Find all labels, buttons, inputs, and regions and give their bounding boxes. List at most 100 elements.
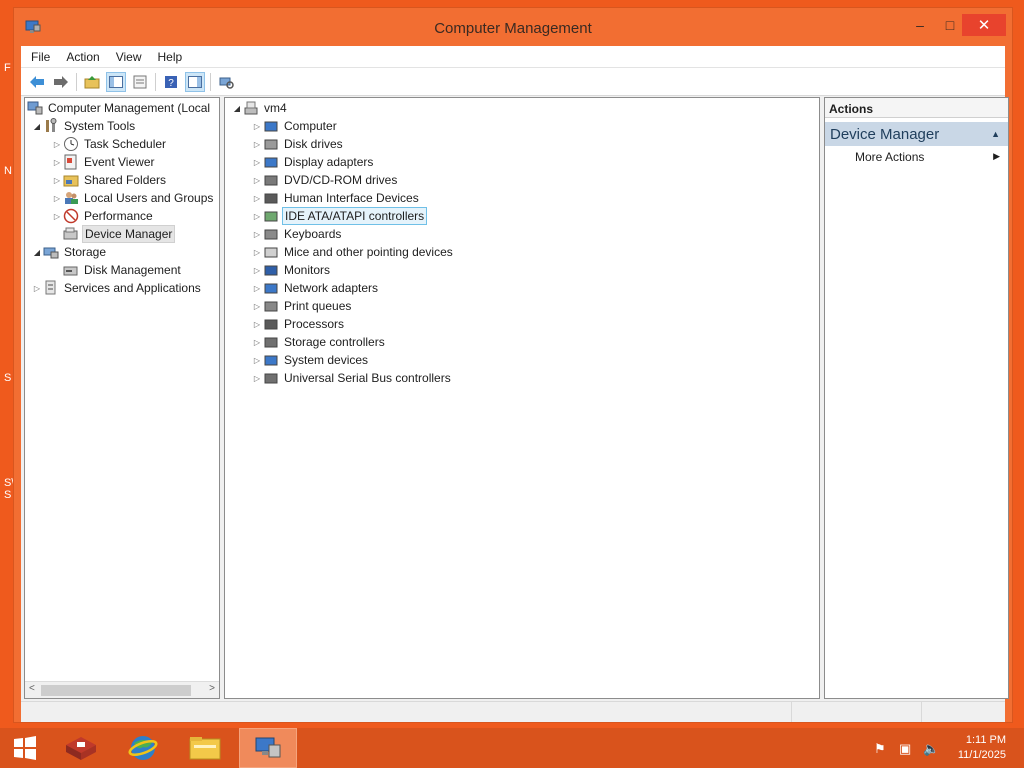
scrollbar-thumb[interactable] (41, 685, 191, 696)
tree-item-local-users-groups[interactable]: ▷ Local Users and Groups (51, 189, 215, 207)
collapsed-arrow-icon[interactable]: ▷ (51, 158, 63, 167)
scan-hardware-button[interactable] (216, 72, 236, 92)
collapse-triangle-icon[interactable]: ▲ (991, 129, 1000, 139)
more-actions-item[interactable]: More Actions (855, 150, 924, 164)
taskbar-file-explorer[interactable] (176, 728, 234, 768)
submenu-arrow-icon[interactable]: ▶ (993, 151, 1000, 162)
menu-help[interactable]: Help (158, 50, 183, 64)
back-button[interactable] (27, 72, 47, 92)
collapsed-arrow-icon[interactable]: ▷ (251, 356, 263, 365)
close-button[interactable]: ✕ (962, 14, 1006, 36)
menu-view[interactable]: View (116, 50, 142, 64)
network-icon[interactable]: ▣ (899, 741, 911, 757)
menu-action[interactable]: Action (66, 50, 99, 64)
device-category-label: IDE ATA/ATAPI controllers (282, 207, 428, 225)
device-category-disk-drives[interactable]: ▷ Disk drives (251, 135, 345, 153)
volume-muted-icon[interactable]: 🔈 (923, 741, 939, 757)
windows-logo-icon (14, 736, 36, 760)
collapsed-arrow-icon[interactable]: ▷ (251, 320, 263, 329)
taskbar-app-1[interactable] (52, 728, 110, 768)
device-tree-root[interactable]: ◢ vm4 (231, 99, 289, 117)
collapsed-arrow-icon[interactable]: ▷ (251, 176, 263, 185)
taskbar-computer-management[interactable] (239, 728, 297, 768)
up-level-button[interactable] (82, 72, 102, 92)
desktop-icon-fragment: S (4, 372, 12, 384)
system-clock[interactable]: 1:11 PM 11/1/2025 (958, 733, 1006, 763)
folder-icon (189, 737, 221, 760)
collapsed-arrow-icon[interactable]: ▷ (31, 284, 43, 293)
action-center-flag-icon[interactable]: ⚑ (874, 741, 886, 757)
action-pane-button[interactable] (185, 71, 205, 92)
collapsed-arrow-icon[interactable]: ▷ (51, 194, 63, 203)
device-category-display-adapters[interactable]: ▷ Display adapters (251, 153, 375, 171)
expanded-arrow-icon[interactable]: ◢ (31, 122, 43, 131)
collapsed-arrow-icon[interactable]: ▷ (251, 248, 263, 257)
performance-icon (63, 208, 79, 224)
collapsed-arrow-icon[interactable]: ▷ (251, 140, 263, 149)
device-category-dvd-cd-rom-drives[interactable]: ▷ DVD/CD-ROM drives (251, 171, 399, 189)
horizontal-scrollbar[interactable]: < > (25, 681, 219, 698)
collapsed-arrow-icon[interactable]: ▷ (251, 194, 263, 203)
collapsed-arrow-icon[interactable]: ▷ (51, 140, 63, 149)
properties-button[interactable] (130, 72, 150, 92)
forward-button[interactable] (51, 72, 71, 92)
device-category-label: Computer (284, 119, 337, 133)
taskbar-browser[interactable] (114, 728, 172, 768)
device-category-universal-serial-bus-controllers[interactable]: ▷ Universal Serial Bus controllers (251, 369, 453, 387)
tree-item-storage[interactable]: ◢ Storage (31, 243, 108, 261)
tree-item-services-applications[interactable]: ▷ Services and Applications (31, 279, 203, 297)
device-category-storage-controllers[interactable]: ▷ Storage controllers (251, 333, 387, 351)
toolbar-separator (210, 72, 211, 91)
tree-item-device-manager[interactable]: Device Manager (63, 225, 176, 243)
maximize-button[interactable]: □ (936, 14, 964, 36)
collapsed-arrow-icon[interactable]: ▷ (251, 122, 263, 131)
device-category-human-interface-devices[interactable]: ▷ Human Interface Devices (251, 189, 421, 207)
usb-icon (264, 373, 278, 384)
menu-bar: File Action View Help (21, 46, 1005, 68)
device-category-keyboards[interactable]: ▷ Keyboards (251, 225, 343, 243)
collapsed-arrow-icon[interactable]: ▷ (251, 158, 263, 167)
expanded-arrow-icon[interactable]: ◢ (231, 104, 243, 113)
collapsed-arrow-icon[interactable]: ▷ (51, 212, 63, 221)
help-button[interactable]: ? (161, 72, 181, 92)
device-category-mice-and-other-pointing-devices[interactable]: ▷ Mice and other pointing devices (251, 243, 455, 261)
tree-item-event-viewer[interactable]: ▷ Event Viewer (51, 153, 156, 171)
collapsed-arrow-icon[interactable]: ▷ (251, 284, 263, 293)
title-bar[interactable]: Computer Management – □ ✕ (14, 8, 1012, 46)
actions-section-device-manager[interactable]: Device Manager ▲ (825, 122, 1008, 146)
device-category-ide-ata-atapi-controllers[interactable]: ▷ IDE ATA/ATAPI controllers (251, 207, 428, 225)
device-category-system-devices[interactable]: ▷ System devices (251, 351, 370, 369)
collapsed-arrow-icon[interactable]: ▷ (251, 374, 263, 383)
tree-item-label: Services and Applications (64, 281, 201, 295)
tree-item-label: Device Manager (82, 225, 176, 243)
tree-item-disk-management[interactable]: Disk Management (63, 261, 183, 279)
start-button[interactable] (0, 728, 50, 768)
device-category-network-adapters[interactable]: ▷ Network adapters (251, 279, 380, 297)
tree-item-shared-folders[interactable]: ▷ Shared Folders (51, 171, 168, 189)
collapsed-arrow-icon[interactable]: ▷ (251, 266, 263, 275)
device-manager-icon (63, 227, 78, 240)
device-category-monitors[interactable]: ▷ Monitors (251, 261, 332, 279)
collapsed-arrow-icon[interactable]: ▷ (251, 230, 263, 239)
tree-item-task-scheduler[interactable]: ▷ Task Scheduler (51, 135, 168, 153)
expanded-arrow-icon[interactable]: ◢ (31, 248, 43, 257)
scroll-left-icon[interactable]: < (29, 683, 35, 694)
tree-item-performance[interactable]: ▷ Performance (51, 207, 155, 225)
menu-file[interactable]: File (31, 50, 50, 64)
collapsed-arrow-icon[interactable]: ▷ (51, 176, 63, 185)
device-category-label: Processors (284, 317, 345, 331)
tree-item-computer-management[interactable]: Computer Management (Local (27, 99, 212, 117)
collapsed-arrow-icon[interactable]: ▷ (251, 338, 263, 347)
show-hide-tree-button[interactable] (106, 71, 126, 92)
actions-header: Actions (825, 98, 1008, 118)
up-folder-icon (84, 75, 100, 88)
tree-item-system-tools[interactable]: ◢ System Tools (31, 117, 137, 135)
device-category-print-queues[interactable]: ▷ Print queues (251, 297, 353, 315)
device-category-computer[interactable]: ▷ Computer (251, 117, 339, 135)
collapsed-arrow-icon[interactable]: ▷ (251, 302, 263, 311)
scroll-right-icon[interactable]: > (209, 683, 215, 694)
device-category-processors[interactable]: ▷ Processors (251, 315, 346, 333)
collapsed-arrow-icon[interactable]: ▷ (251, 212, 263, 221)
action-pane-icon (188, 75, 202, 88)
minimize-button[interactable]: – (906, 14, 934, 36)
